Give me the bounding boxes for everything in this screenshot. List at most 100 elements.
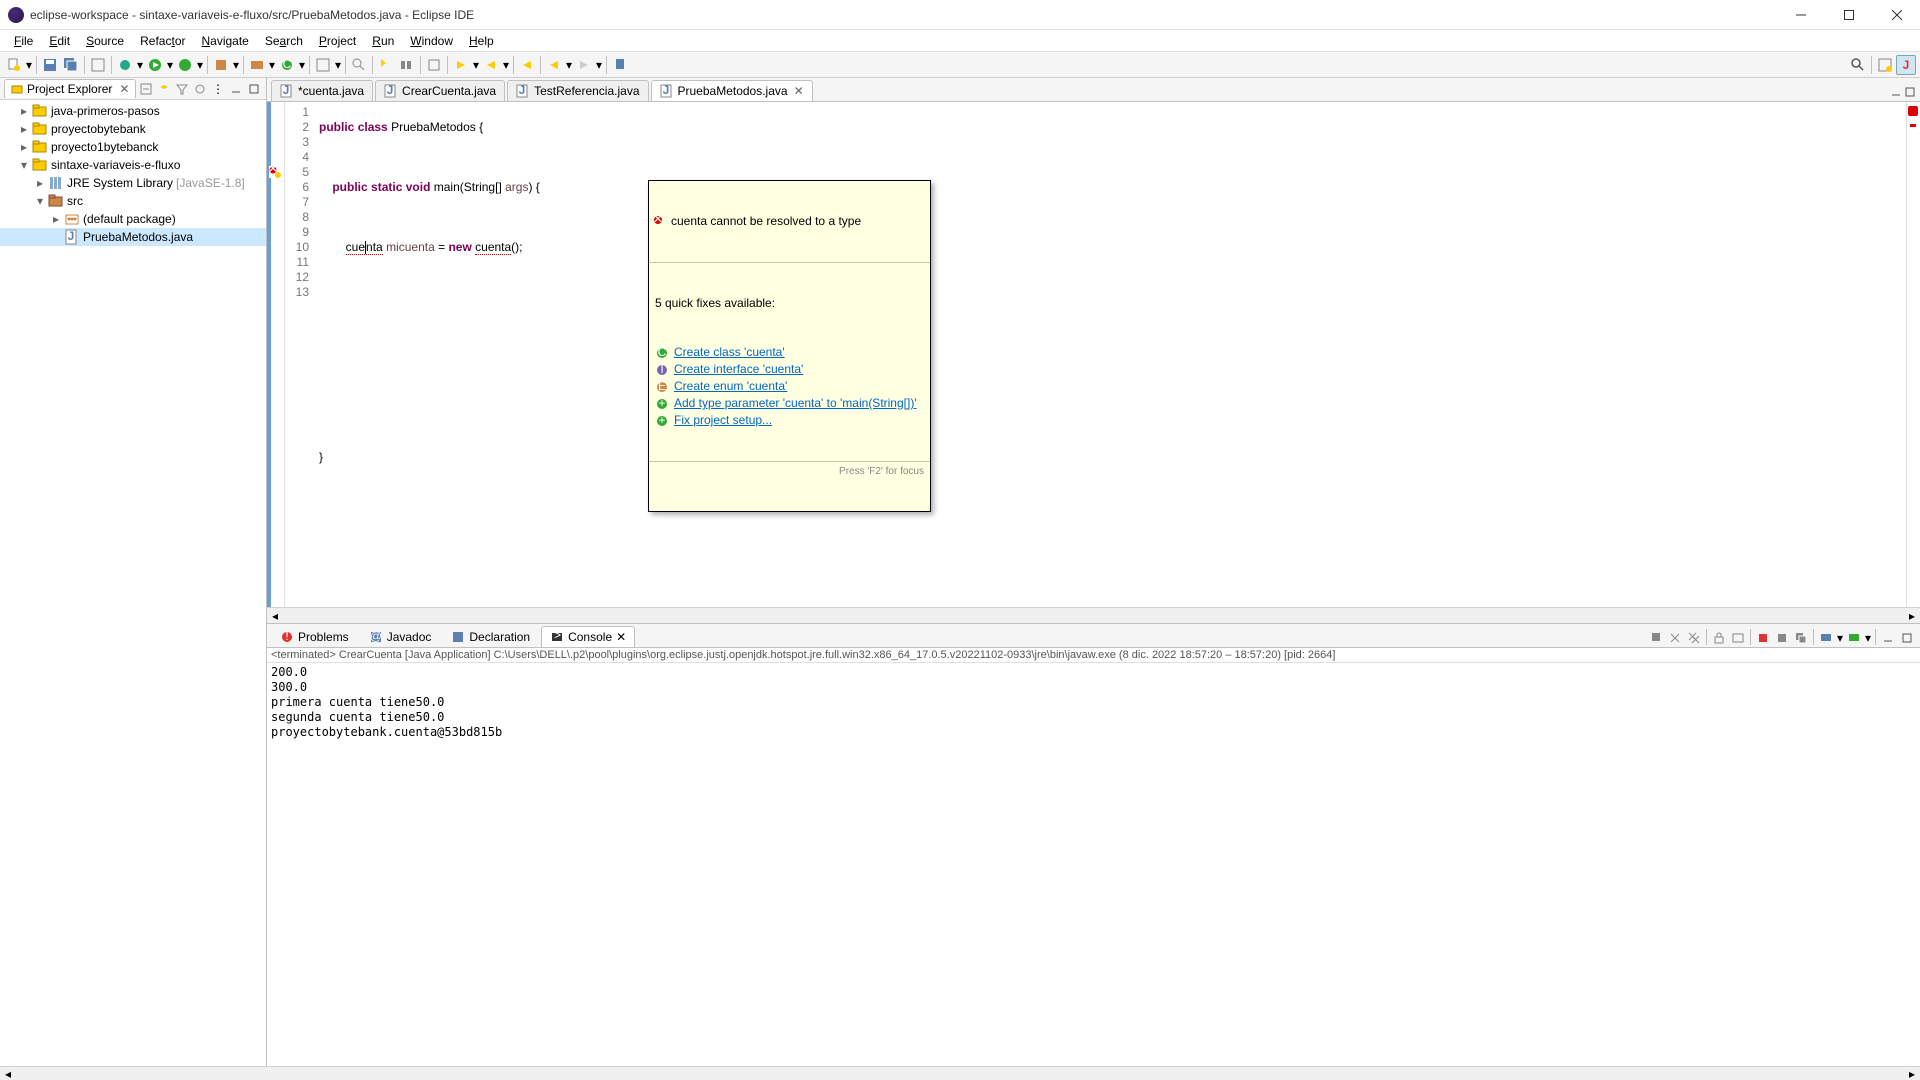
- quickfix-link[interactable]: Create class 'cuenta': [674, 345, 785, 360]
- menu-file[interactable]: File: [6, 32, 41, 50]
- quickfix-link[interactable]: Fix project setup...: [674, 413, 772, 428]
- console-display-dropdown[interactable]: ▾: [1836, 629, 1844, 647]
- focus-button[interactable]: [192, 81, 208, 97]
- next-edit-dropdown[interactable]: ▾: [472, 58, 480, 72]
- console-maximize-button[interactable]: [1898, 629, 1916, 647]
- overview-ruler[interactable]: [1906, 102, 1920, 607]
- menu-refactor[interactable]: Refactor: [132, 32, 193, 50]
- search-icon[interactable]: [1848, 55, 1868, 75]
- new-package-button[interactable]: [247, 55, 267, 75]
- prev-annotation-button[interactable]: [424, 55, 444, 75]
- prev-edit-dropdown[interactable]: ▾: [502, 58, 510, 72]
- project-explorer-tab[interactable]: Project Explorer ✕: [4, 79, 136, 98]
- collapse-all-button[interactable]: [138, 81, 154, 97]
- console-show-tabs-button[interactable]: [1729, 629, 1747, 647]
- editor-body[interactable]: ✕ 12345678910111213 public class PruebaM…: [267, 102, 1920, 607]
- run-button[interactable]: [145, 55, 165, 75]
- link-editor-button[interactable]: [156, 81, 172, 97]
- editor-tab[interactable]: JTestReferencia.java: [507, 80, 648, 101]
- expander-icon[interactable]: ▸: [32, 175, 48, 191]
- back-button[interactable]: [544, 55, 564, 75]
- editor-scrollbar[interactable]: ◂ ▸: [267, 607, 1920, 623]
- expander-icon[interactable]: [48, 229, 64, 245]
- bottom-tab-console[interactable]: >Console✕: [541, 626, 635, 647]
- open-task-dropdown[interactable]: ▾: [334, 58, 342, 72]
- scroll-left-icon[interactable]: ◂: [0, 1067, 16, 1080]
- save-all-button[interactable]: [61, 55, 81, 75]
- editor-tab[interactable]: JPruebaMetodos.java✕: [651, 80, 813, 101]
- tree-item[interactable]: ▸proyecto1bytebanck: [0, 138, 266, 156]
- open-perspective-button[interactable]: [1875, 55, 1895, 75]
- external-tools-button[interactable]: [211, 55, 231, 75]
- console-remove-all-button[interactable]: [1685, 629, 1703, 647]
- new-class-dropdown[interactable]: ▾: [298, 58, 306, 72]
- menu-navigate[interactable]: Navigate: [193, 32, 256, 50]
- back-dropdown[interactable]: ▾: [565, 58, 573, 72]
- tree-item[interactable]: ▸JRE System Library[JavaSE-1.8]: [0, 174, 266, 192]
- menu-window[interactable]: Window: [402, 32, 461, 50]
- tree-item[interactable]: ▸java-primeros-pasos: [0, 102, 266, 120]
- next-edit-button[interactable]: [451, 55, 471, 75]
- minimize-view-button[interactable]: [228, 81, 244, 97]
- tree-item[interactable]: ▾sintaxe-variaveis-e-fluxo: [0, 156, 266, 174]
- tree-item[interactable]: ▸(default package): [0, 210, 266, 228]
- quickfix-item[interactable]: ECreate enum 'cuenta': [655, 378, 924, 395]
- bottom-tab-problems[interactable]: !Problems: [271, 626, 358, 647]
- java-perspective-button[interactable]: J: [1896, 55, 1916, 75]
- new-package-dropdown[interactable]: ▾: [268, 58, 276, 72]
- menu-project[interactable]: Project: [311, 32, 364, 50]
- run-dropdown[interactable]: ▾: [166, 58, 174, 72]
- menu-help[interactable]: Help: [461, 32, 502, 50]
- new-button[interactable]: [4, 55, 24, 75]
- scroll-left-icon[interactable]: ◂: [267, 608, 283, 623]
- console-scroll-lock-button[interactable]: [1710, 629, 1728, 647]
- project-tree[interactable]: ▸java-primeros-pasos▸proyectobytebank▸pr…: [0, 100, 266, 1066]
- quickfix-item[interactable]: CCreate class 'cuenta': [655, 344, 924, 361]
- console-clear-button[interactable]: [1666, 629, 1684, 647]
- close-icon[interactable]: ✕: [119, 82, 129, 96]
- console-pin-button[interactable]: [1647, 629, 1665, 647]
- expander-icon[interactable]: ▸: [16, 139, 32, 155]
- coverage-dropdown[interactable]: ▾: [196, 58, 204, 72]
- quickfix-item[interactable]: +Fix project setup...: [655, 412, 924, 429]
- quickfix-link[interactable]: Create enum 'cuenta': [674, 379, 787, 394]
- save-button[interactable]: [40, 55, 60, 75]
- menu-search[interactable]: Search: [257, 32, 311, 50]
- tree-item[interactable]: ▸proyectobytebank: [0, 120, 266, 138]
- editor-tab[interactable]: JCrearCuenta.java: [375, 80, 505, 101]
- console-open-button[interactable]: [1845, 629, 1863, 647]
- expander-icon[interactable]: ▾: [16, 157, 32, 173]
- console-remove-launch-button[interactable]: [1773, 629, 1791, 647]
- editor-minimize-button[interactable]: [1890, 86, 1902, 101]
- search-button[interactable]: [349, 55, 369, 75]
- external-tools-dropdown[interactable]: ▾: [232, 58, 240, 72]
- bottom-tab-javadoc[interactable]: @Javadoc: [360, 626, 441, 647]
- forward-button[interactable]: [574, 55, 594, 75]
- overview-error-icon[interactable]: [1908, 106, 1918, 116]
- close-button[interactable]: [1882, 0, 1912, 30]
- marker-gutter[interactable]: ✕: [267, 102, 285, 607]
- tree-item[interactable]: JPruebaMetodos.java: [0, 228, 266, 246]
- bottom-scrollbar[interactable]: ◂ ▸: [0, 1066, 1920, 1080]
- debug-button[interactable]: [115, 55, 135, 75]
- last-edit-button[interactable]: [517, 55, 537, 75]
- menu-run[interactable]: Run: [364, 32, 402, 50]
- error-marker-icon[interactable]: ✕: [269, 166, 281, 178]
- quickfix-link[interactable]: Add type parameter 'cuenta' to 'main(Str…: [674, 396, 917, 411]
- expander-icon[interactable]: ▸: [16, 103, 32, 119]
- view-menu-button[interactable]: ⋮: [210, 81, 226, 97]
- quickfix-link[interactable]: Create interface 'cuenta': [674, 362, 803, 377]
- menu-source[interactable]: Source: [78, 32, 132, 50]
- debug-dropdown[interactable]: ▾: [136, 58, 144, 72]
- scroll-right-icon[interactable]: ▸: [1904, 608, 1920, 623]
- close-icon[interactable]: ✕: [616, 630, 626, 644]
- filter-button[interactable]: [174, 81, 190, 97]
- quickfix-item[interactable]: ICreate interface 'cuenta': [655, 361, 924, 378]
- forward-dropdown[interactable]: ▾: [595, 58, 603, 72]
- overview-mark[interactable]: [1910, 124, 1916, 127]
- console-terminate-button[interactable]: [1754, 629, 1772, 647]
- coverage-button[interactable]: [175, 55, 195, 75]
- open-type-button[interactable]: [88, 55, 108, 75]
- quickfix-item[interactable]: +Add type parameter 'cuenta' to 'main(St…: [655, 395, 924, 412]
- menu-edit[interactable]: Edit: [41, 32, 78, 50]
